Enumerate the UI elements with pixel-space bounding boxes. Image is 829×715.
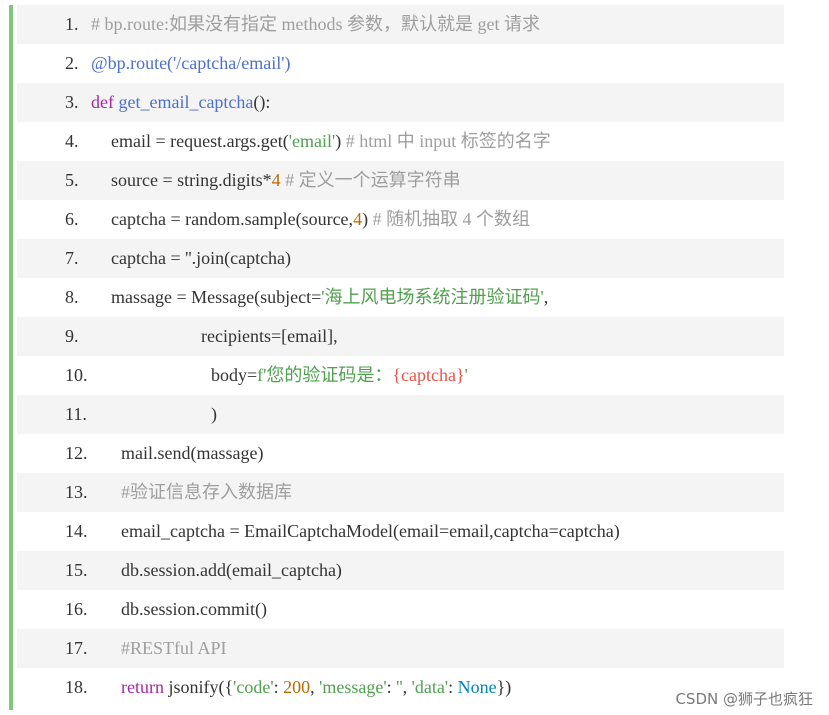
- code-line: 7. captcha = ''.join(captcha): [17, 239, 784, 278]
- code-text: mail.send(massage): [121, 434, 263, 473]
- line-number: 7.: [65, 248, 79, 268]
- code-token: db.session.add(email_captcha): [121, 560, 342, 580]
- code-text: email = request.args.get('email') # html…: [111, 122, 551, 161]
- code-line: 12. mail.send(massage): [17, 434, 784, 473]
- code-token: get_email_captcha: [118, 92, 254, 112]
- code-token: # 定义一个运算字符串: [280, 170, 461, 190]
- code-text: body=f'您的验证码是：{captcha}': [211, 356, 468, 395]
- code-line: 6. captcha = random.sample(source,4) # 随机…: [17, 200, 784, 239]
- code-token: :: [273, 677, 284, 697]
- code-text: ): [211, 395, 217, 434]
- code-text: massage = Message(subject='海上风电场系统注册验证码'…: [111, 278, 548, 317]
- code-token: f'您的验证码是：: [257, 365, 393, 385]
- code-token: 4: [271, 170, 281, 190]
- line-number: 13.: [65, 482, 88, 502]
- code-token: return: [121, 677, 169, 697]
- code-line: 3. def get_email_captcha():: [17, 83, 784, 122]
- line-number: 17.: [65, 638, 88, 658]
- code-token: 'data': [411, 677, 449, 697]
- code-token: captcha = random.sample(source,: [111, 209, 354, 229]
- code-line: 15. db.session.add(email_captcha): [17, 551, 784, 590]
- code-line: 9. recipients=[email],: [17, 317, 784, 356]
- code-text: email_captcha = EmailCaptchaModel(email=…: [121, 512, 620, 551]
- code-text: #RESTful API: [121, 629, 227, 668]
- code-token: massage = Message(subject=: [111, 287, 322, 307]
- code-token: None: [457, 677, 497, 697]
- code-token: db.session.commit(): [121, 599, 267, 619]
- code-text: db.session.commit(): [121, 590, 267, 629]
- code-line: 17. #RESTful API: [17, 629, 784, 668]
- code-text: db.session.add(email_captcha): [121, 551, 342, 590]
- code-text: #验证信息存入数据库: [121, 473, 292, 512]
- code-text: captcha = random.sample(source,4) # 随机抽取…: [111, 200, 530, 239]
- code-token: # html 中 input 标签的名字: [345, 131, 551, 151]
- line-number: 16.: [65, 599, 88, 619]
- code-token: ,: [310, 677, 320, 697]
- code-token: {captcha}: [392, 365, 465, 385]
- code-token: email = request.args.get(: [111, 131, 289, 151]
- code-text: # bp.route:如果没有指定 methods 参数，默认就是 get 请求: [91, 5, 540, 44]
- code-line: 4. email = request.args.get('email') # ht…: [17, 122, 784, 161]
- code-line: 13. #验证信息存入数据库: [17, 473, 784, 512]
- code-token: '海上风电场系统注册验证码': [321, 287, 544, 307]
- code-token: @bp.route('/captcha/email'): [91, 53, 291, 73]
- code-token: source = string.digits*: [111, 170, 272, 190]
- code-line: 14. email_captcha = EmailCaptchaModel(ema…: [17, 512, 784, 551]
- code-line: 16. db.session.commit(): [17, 590, 784, 629]
- code-token: 4: [353, 209, 363, 229]
- code-text: return jsonify({'code': 200, 'message': …: [121, 668, 511, 707]
- line-number: 10.: [65, 365, 88, 385]
- code-token: ): [335, 131, 346, 151]
- line-number: 14.: [65, 521, 88, 541]
- line-number: 4.: [65, 131, 79, 151]
- line-number: 8.: [65, 287, 79, 307]
- code-text: captcha = ''.join(captcha): [111, 239, 291, 278]
- code-token: def: [91, 92, 119, 112]
- line-number: 18.: [65, 677, 88, 697]
- code-line: 10. body=f'您的验证码是：{captcha}': [17, 356, 784, 395]
- code-line: 18. return jsonify({'code': 200, 'message…: [17, 668, 784, 707]
- code-token: 200: [283, 677, 311, 697]
- code-token: :: [448, 677, 458, 697]
- code-token: ): [211, 404, 217, 424]
- code-token: # 随机抽取 4 个数组: [372, 209, 531, 229]
- code-line: 1. # bp.route:如果没有指定 methods 参数，默认就是 get …: [17, 5, 784, 44]
- code-line: 11.): [17, 395, 784, 434]
- code-token: #RESTful API: [121, 638, 227, 658]
- code-token: #验证信息存入数据库: [121, 482, 292, 502]
- code-token: 'code': [233, 677, 274, 697]
- line-number: 11.: [65, 404, 87, 424]
- code-token: email_captcha = EmailCaptchaModel(email=…: [121, 521, 620, 541]
- code-line: 8. massage = Message(subject='海上风电场系统注册验证…: [17, 278, 784, 317]
- code-token: captcha = ''.join(captcha): [111, 248, 292, 268]
- code-token: :: [386, 677, 397, 697]
- watermark: CSDN @狮子也疯狂: [675, 690, 813, 708]
- code-line: 2. @bp.route('/captcha/email'): [17, 44, 784, 83]
- code-token: jsonify({: [168, 677, 234, 697]
- code-block: 1. # bp.route:如果没有指定 methods 参数，默认就是 get …: [9, 5, 784, 710]
- line-number: 6.: [65, 209, 79, 229]
- line-number: 5.: [65, 170, 79, 190]
- code-text: @bp.route('/captcha/email'): [91, 44, 290, 83]
- code-line: 5. source = string.digits*4 # 定义一个运算字符串: [17, 161, 784, 200]
- code-token: # bp.route:如果没有指定 methods 参数，默认就是 get 请求: [91, 14, 540, 34]
- line-number: 9.: [65, 326, 79, 346]
- code-token: ,: [402, 677, 412, 697]
- code-text: recipients=[email],: [201, 317, 338, 356]
- code-token: ): [362, 209, 373, 229]
- code-token: 'email': [288, 131, 336, 151]
- code-text: def get_email_captcha():: [91, 83, 270, 122]
- code-token: 'message': [319, 677, 387, 697]
- line-number: 15.: [65, 560, 88, 580]
- code-token: ():: [253, 92, 271, 112]
- code-token: ,: [543, 287, 549, 307]
- code-token: ': [464, 365, 468, 385]
- code-token: mail.send(massage): [121, 443, 264, 463]
- code-token: recipients=[email],: [201, 326, 338, 346]
- code-token: body=: [211, 365, 258, 385]
- line-number: 12.: [65, 443, 88, 463]
- code-text: source = string.digits*4 # 定义一个运算字符串: [111, 161, 461, 200]
- code-token: }): [496, 677, 512, 697]
